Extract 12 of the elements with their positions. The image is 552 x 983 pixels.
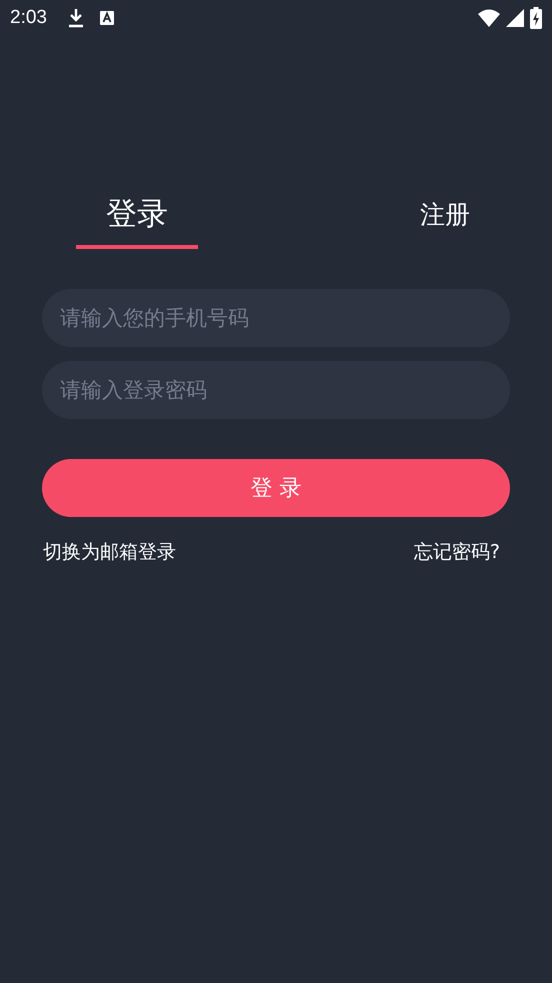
battery-charging-icon (530, 7, 542, 29)
signal-icon (506, 9, 524, 27)
wifi-icon (478, 9, 500, 27)
tab[interactable]: 登录 (76, 196, 198, 250)
download-icon (66, 8, 85, 28)
forgot-password-link[interactable]: 忘记密码? (414, 539, 500, 566)
app-notification-icon (98, 10, 115, 26)
switch-to-email-link[interactable]: 切换为邮箱登录 (43, 539, 176, 566)
input-field[interactable]: 请输入登录密码 (42, 361, 510, 420)
tab[interactable]: 注册 (392, 196, 498, 250)
status-time: 2:03 (10, 7, 47, 29)
input-field[interactable]: 请输入您的手机号码 (42, 289, 510, 348)
